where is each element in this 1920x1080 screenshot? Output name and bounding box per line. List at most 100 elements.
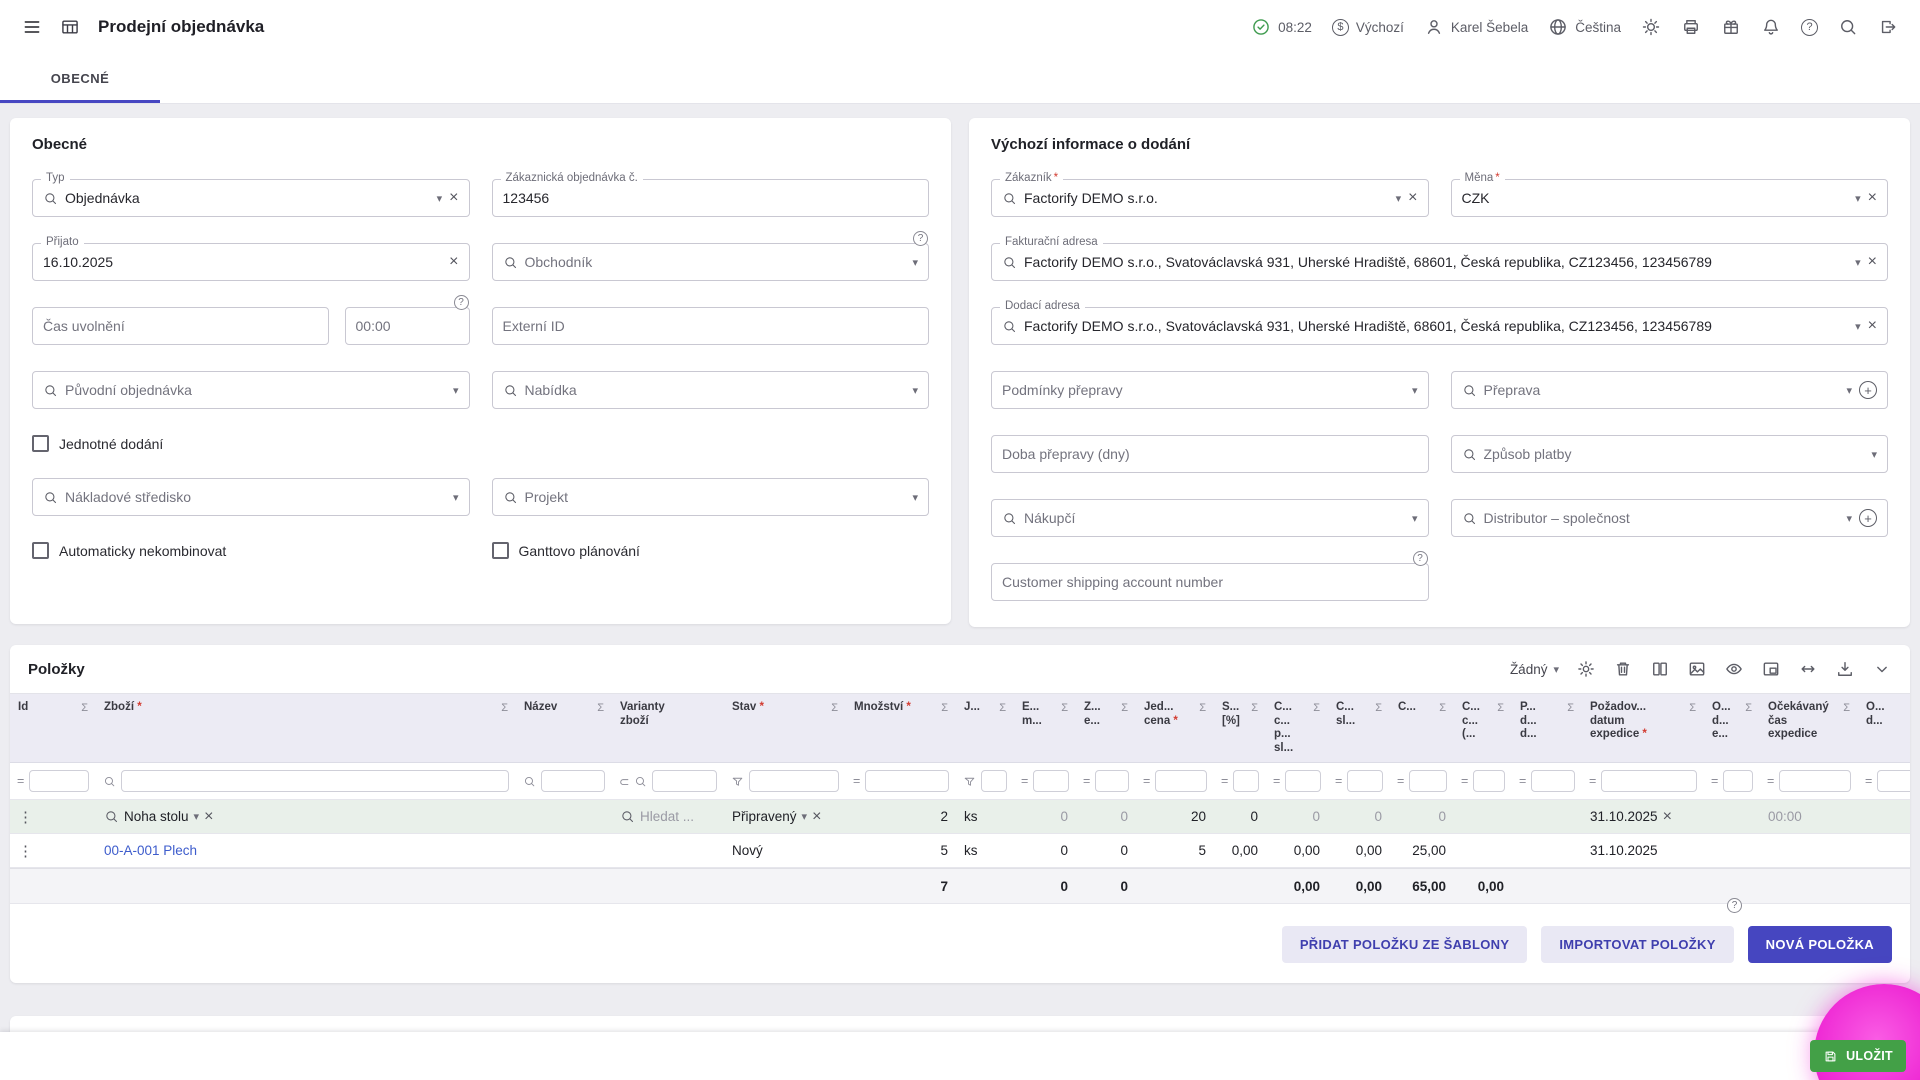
carrier-field[interactable]: Přeprava ▾ +	[1451, 371, 1889, 409]
chevron-down-icon[interactable]: ▾	[453, 491, 459, 504]
payment-method-field[interactable]: Způsob platby ▾	[1451, 435, 1889, 473]
filter-input-stav[interactable]	[749, 770, 839, 792]
export-image-icon[interactable]	[1761, 659, 1781, 679]
release-time-clock-field[interactable]: ? 00:00	[345, 307, 470, 345]
column-header-mnozstvi[interactable]: Množství *Σ	[846, 694, 956, 762]
aggregate-sigma-icon[interactable]: Σ	[1745, 702, 1752, 714]
gantt-planning-checkbox[interactable]: Ganttovo plánování	[492, 542, 930, 559]
notifications-button[interactable]	[1761, 17, 1781, 37]
aggregate-sigma-icon[interactable]: Σ	[1313, 702, 1320, 714]
menu-icon[interactable]	[22, 17, 42, 37]
original-order-field[interactable]: Původní objednávka ▾	[32, 371, 470, 409]
filter-input-jednotka[interactable]	[981, 770, 1007, 792]
import-items-button[interactable]: IMPORTOVAT POLOŽKY	[1541, 926, 1733, 963]
release-time-field[interactable]: Čas uvolnění	[32, 307, 329, 345]
transport-days-field[interactable]: Doba přepravy (dny)	[991, 435, 1429, 473]
chevron-down-icon[interactable]: ▾	[437, 192, 443, 205]
filter-input-jed_cena[interactable]	[1155, 770, 1207, 792]
chevron-down-icon[interactable]: ▾	[912, 256, 918, 269]
aggregate-sigma-icon[interactable]: Σ	[1251, 702, 1258, 714]
customer-field[interactable]: Zákazník* Factorify DEMO s.r.o. ▾ ×	[991, 179, 1429, 217]
save-button[interactable]: ULOŽIT	[1810, 1040, 1906, 1072]
contains-operator-icon[interactable]: ⊂	[619, 774, 629, 789]
filter-input-ocekavany_cas[interactable]	[1779, 770, 1851, 792]
filter-input-varianty[interactable]	[652, 770, 717, 792]
cell-c2[interactable]: 0	[1328, 800, 1390, 833]
aggregate-sigma-icon[interactable]: Σ	[1375, 702, 1382, 714]
salesperson-field[interactable]: ? Obchodník ▾	[492, 243, 930, 281]
aggregate-sigma-icon[interactable]: Σ	[831, 702, 838, 714]
column-header-zbozi[interactable]: Zboží *Σ	[96, 694, 516, 762]
filter-input-s_pct[interactable]	[1233, 770, 1259, 792]
column-header-stav[interactable]: Stav *Σ	[724, 694, 846, 762]
aggregate-sigma-icon[interactable]: Σ	[1497, 702, 1504, 714]
equals-operator-icon[interactable]: =	[1589, 774, 1596, 788]
theme-toggle-button[interactable]	[1641, 17, 1661, 37]
aggregate-sigma-icon[interactable]: Σ	[999, 702, 1006, 714]
aggregate-sigma-icon[interactable]: Σ	[501, 702, 508, 714]
clear-icon[interactable]: ×	[449, 254, 458, 270]
chevron-down-icon[interactable]: ▾	[1412, 512, 1418, 525]
modules-button[interactable]	[1721, 17, 1741, 37]
cell-e[interactable]: 0	[1014, 800, 1076, 833]
do-not-combine-checkbox[interactable]: Automaticky nekombinovat	[32, 542, 470, 559]
help-button[interactable]: ?	[1801, 19, 1818, 36]
column-header-p[interactable]: P... d... d...Σ	[1512, 694, 1582, 762]
logout-button[interactable]	[1878, 17, 1898, 37]
column-header-c3[interactable]: C...Σ	[1390, 694, 1454, 762]
chevron-down-icon[interactable]: ▾	[453, 384, 459, 397]
equals-operator-icon[interactable]: =	[1335, 774, 1342, 788]
equals-operator-icon[interactable]: =	[1519, 774, 1526, 788]
clear-icon[interactable]: ×	[204, 809, 213, 825]
column-header-c4[interactable]: C... c... (...Σ	[1454, 694, 1512, 762]
aggregate-sigma-icon[interactable]: Σ	[597, 702, 604, 714]
search-button[interactable]	[1838, 17, 1858, 37]
column-header-z[interactable]: Z... e...Σ	[1076, 694, 1136, 762]
single-delivery-checkbox[interactable]: Jednotné dodání	[32, 435, 470, 452]
filter-input-e[interactable]	[1033, 770, 1069, 792]
tab-obecne[interactable]: OBECNÉ	[0, 54, 160, 103]
aggregate-sigma-icon[interactable]: Σ	[1567, 702, 1574, 714]
search-icon[interactable]	[523, 775, 536, 788]
download-icon[interactable]	[1835, 659, 1855, 679]
column-header-c1[interactable]: C... c... p... sl...Σ	[1266, 694, 1328, 762]
buyer-field[interactable]: Nákupčí ▾	[991, 499, 1429, 537]
cell-stav[interactable]: Připravený▾×	[724, 800, 846, 833]
columns-icon[interactable]	[1650, 659, 1670, 679]
filter-input-o1[interactable]	[1723, 770, 1753, 792]
item-link[interactable]: 00-A-001 Plech	[104, 843, 197, 858]
cell-mnozstvi[interactable]: 2	[846, 800, 956, 833]
row-menu-button[interactable]: ⋮	[18, 842, 33, 860]
aggregate-sigma-icon[interactable]: Σ	[1689, 702, 1696, 714]
filter-input-zbozi[interactable]	[121, 770, 509, 792]
column-header-o1[interactable]: O... d... e...Σ	[1704, 694, 1760, 762]
help-icon[interactable]: ?	[454, 295, 469, 310]
clear-icon[interactable]: ×	[1868, 254, 1877, 270]
help-icon[interactable]: ?	[1727, 898, 1742, 913]
filter-input-mnozstvi[interactable]	[865, 770, 949, 792]
typ-field[interactable]: Typ Objednávka ▾ ×	[32, 179, 470, 217]
user-menu[interactable]: Karel Šebela	[1424, 17, 1528, 37]
clear-icon[interactable]: ×	[1408, 190, 1417, 206]
column-header-ocekavany_cas[interactable]: Očekávaný čas expediceΣ	[1760, 694, 1858, 762]
billing-address-field[interactable]: Fakturační adresa Factorify DEMO s.r.o.,…	[991, 243, 1888, 281]
chevron-down-icon[interactable]: ▾	[1846, 384, 1852, 397]
equals-operator-icon[interactable]: =	[1221, 774, 1228, 788]
filter-input-c2[interactable]	[1347, 770, 1383, 792]
distributor-field[interactable]: Distributor – společnost ▾ +	[1451, 499, 1889, 537]
chevron-down-icon[interactable]: ▾	[1871, 448, 1877, 461]
cell-varianty[interactable]: Hledat ...	[612, 800, 724, 833]
group-by-select[interactable]: Žádný ▾	[1510, 662, 1559, 677]
filter-funnel-icon[interactable]	[963, 775, 976, 788]
column-header-jednotka[interactable]: J...Σ	[956, 694, 1014, 762]
add-item-from-template-button[interactable]: PŘIDAT POLOŽKU ZE ŠABLONY	[1282, 926, 1527, 963]
quote-field[interactable]: Nabídka ▾	[492, 371, 930, 409]
clear-icon[interactable]: ×	[449, 190, 458, 206]
chevron-down-icon[interactable]: ▾	[1855, 320, 1861, 333]
currency-field[interactable]: Měna* CZK ▾ ×	[1451, 179, 1889, 217]
visibility-icon[interactable]	[1724, 659, 1744, 679]
external-id-field[interactable]: Externí ID	[492, 307, 930, 345]
search-icon[interactable]	[103, 775, 116, 788]
filter-input-c3[interactable]	[1409, 770, 1447, 792]
help-icon[interactable]: ?	[913, 231, 928, 246]
